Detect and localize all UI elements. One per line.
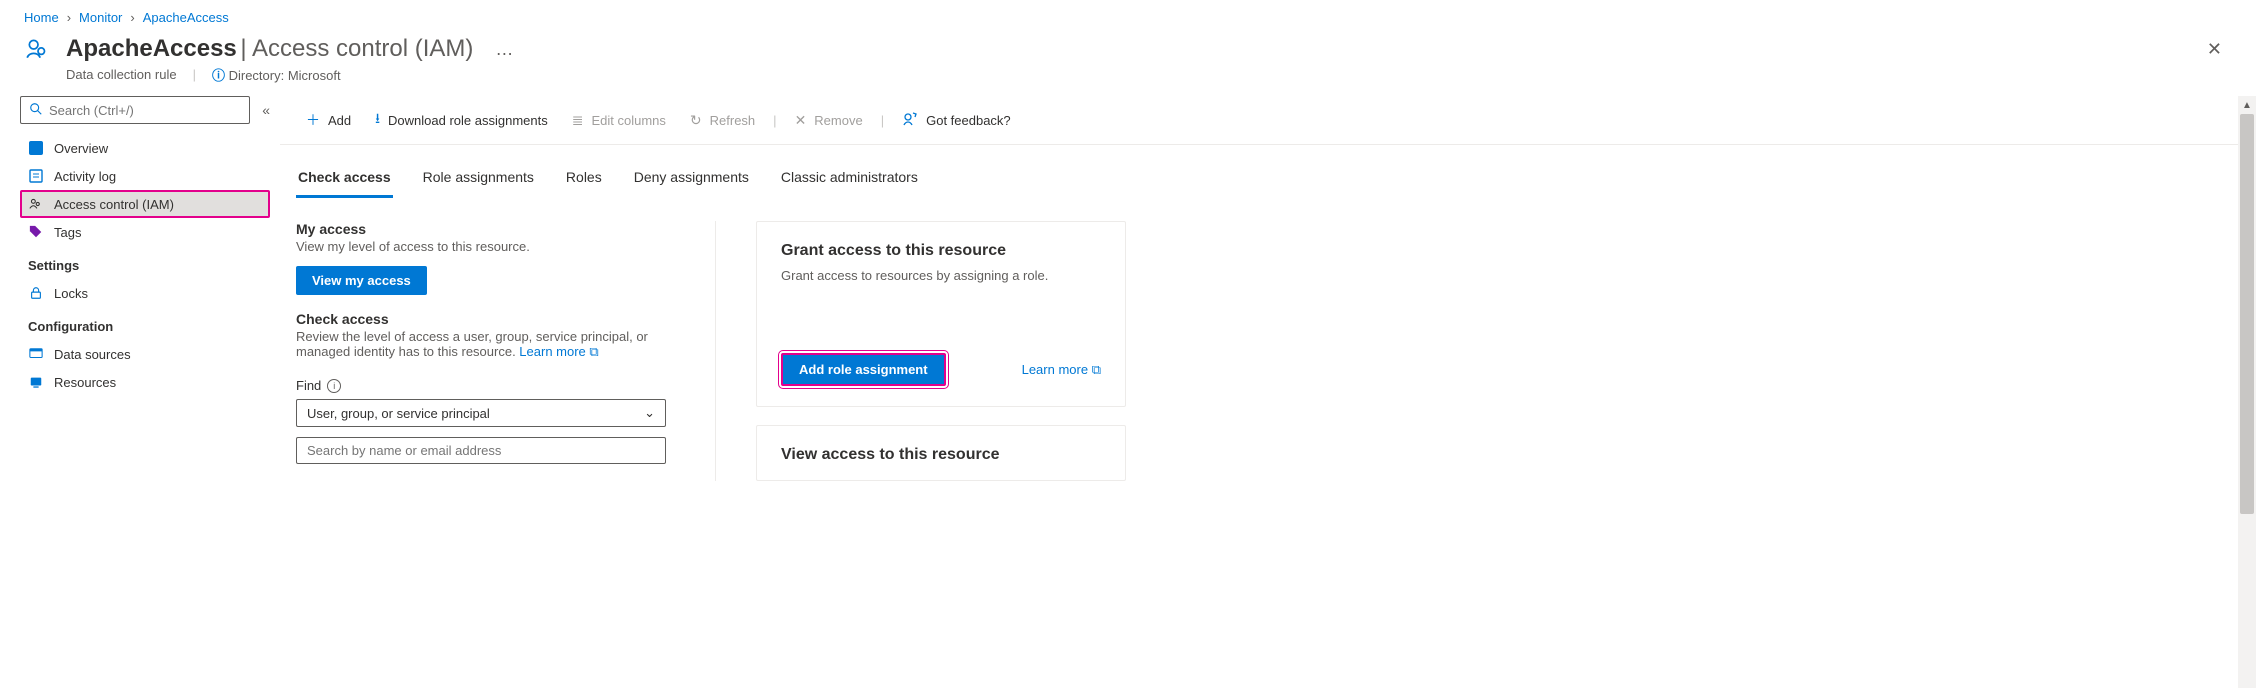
search-icon xyxy=(29,102,43,119)
toolbar: ＋ Add ⭳ Download role assignments ≣ Edit… xyxy=(280,96,2256,145)
dropdown-selected-value: User, group, or service principal xyxy=(307,406,490,421)
sidebar-item-resources[interactable]: Resources xyxy=(20,368,270,396)
sidebar-item-tags[interactable]: Tags xyxy=(20,218,270,246)
sidebar-search-input[interactable] xyxy=(49,103,241,118)
remove-icon: ✕ xyxy=(795,112,807,129)
download-role-assignments-button[interactable]: ⭳ Download role assignments xyxy=(365,104,558,136)
close-button[interactable]: ✕ xyxy=(2207,39,2222,60)
grant-access-desc: Grant access to resources by assigning a… xyxy=(781,268,1101,283)
check-access-title: Check access xyxy=(296,311,691,327)
scrollbar[interactable]: ▲ xyxy=(2238,96,2256,688)
sidebar-item-locks[interactable]: Locks xyxy=(20,279,270,307)
feedback-button[interactable]: Got feedback? xyxy=(892,107,1021,134)
my-access-desc: View my level of access to this resource… xyxy=(296,239,691,254)
page-title-row: ApacheAccess | Access control (IAM) … ✕ xyxy=(0,31,2256,63)
sidebar-item-activity-log[interactable]: Activity log xyxy=(20,162,270,190)
sidebar-item-overview[interactable]: Overview xyxy=(20,134,270,162)
tab-classic-administrators[interactable]: Classic administrators xyxy=(779,163,920,198)
learn-more-link[interactable]: Learn more ⧉ xyxy=(1022,362,1101,378)
more-button[interactable]: … xyxy=(487,39,513,60)
sidebar-item-data-sources[interactable]: Data sources xyxy=(20,340,270,368)
grant-access-card: Grant access to this resource Grant acce… xyxy=(756,221,1126,407)
tab-deny-assignments[interactable]: Deny assignments xyxy=(632,163,751,198)
collapse-sidebar-button[interactable]: « xyxy=(262,102,270,118)
view-access-title: View access to this resource xyxy=(781,446,1101,464)
chevron-right-icon: › xyxy=(130,10,134,25)
sidebar-search[interactable] xyxy=(20,96,250,124)
tab-role-assignments[interactable]: Role assignments xyxy=(421,163,536,198)
sidebar: « Overview Activity log Access control (… xyxy=(0,96,280,688)
sidebar-item-label: Tags xyxy=(54,225,81,240)
tabs: Check access Role assignments Roles Deny… xyxy=(280,145,2256,199)
grant-access-title: Grant access to this resource xyxy=(781,242,1101,260)
remove-button[interactable]: ✕ Remove xyxy=(785,108,873,133)
right-panel: Grant access to this resource Grant acce… xyxy=(756,221,1126,481)
sidebar-item-label: Access control (IAM) xyxy=(54,197,174,212)
left-panel: My access View my level of access to thi… xyxy=(296,221,716,481)
sidebar-item-label: Overview xyxy=(54,141,108,156)
my-access-title: My access xyxy=(296,221,691,237)
scrollbar-thumb[interactable] xyxy=(2240,114,2254,514)
sidebar-item-label: Resources xyxy=(54,375,116,390)
directory-label: Directory: Microsoft xyxy=(229,68,341,83)
check-access-desc: Review the level of access a user, group… xyxy=(296,329,691,360)
activity-log-icon xyxy=(28,168,44,184)
view-access-card: View access to this resource xyxy=(756,425,1126,481)
add-button[interactable]: ＋ Add xyxy=(296,106,361,134)
lock-icon xyxy=(28,285,44,301)
columns-icon: ≣ xyxy=(572,112,584,129)
tags-icon xyxy=(28,224,44,240)
sidebar-item-label: Activity log xyxy=(54,169,116,184)
chevron-down-icon: ⌄ xyxy=(644,405,655,421)
access-control-icon xyxy=(28,196,44,212)
resource-icon xyxy=(24,35,52,63)
breadcrumb-home[interactable]: Home xyxy=(24,10,59,25)
sidebar-section-configuration: Configuration xyxy=(20,307,270,340)
content: ＋ Add ⭳ Download role assignments ≣ Edit… xyxy=(280,96,2256,688)
resource-type-label: Data collection rule xyxy=(66,67,177,82)
add-role-assignment-button[interactable]: Add role assignment xyxy=(781,353,946,386)
breadcrumb-monitor[interactable]: Monitor xyxy=(79,10,122,25)
plus-icon: ＋ xyxy=(306,110,320,130)
breadcrumb-resource[interactable]: ApacheAccess xyxy=(143,10,229,25)
external-link-icon: ⧉ xyxy=(1092,362,1101,377)
page-subtitle: Data collection rule | ⓘ Directory: Micr… xyxy=(0,63,2256,96)
sidebar-item-label: Data sources xyxy=(54,347,131,362)
external-link-icon: ⧉ xyxy=(589,344,598,359)
search-principal-input[interactable] xyxy=(296,437,666,464)
find-label: Find xyxy=(296,378,321,393)
feedback-icon xyxy=(902,111,918,130)
info-icon[interactable]: i xyxy=(327,379,341,393)
view-my-access-button[interactable]: View my access xyxy=(296,266,427,295)
sidebar-section-settings: Settings xyxy=(20,246,270,279)
breadcrumb: Home › Monitor › ApacheAccess xyxy=(0,0,2256,31)
refresh-button[interactable]: ↻ Refresh xyxy=(680,108,765,133)
sidebar-item-label: Locks xyxy=(54,286,88,301)
download-icon: ⭳ xyxy=(375,108,380,132)
chevron-right-icon: › xyxy=(67,10,71,25)
info-icon: ⓘ xyxy=(212,68,225,83)
learn-more-link[interactable]: Learn more ⧉ xyxy=(519,344,598,359)
tab-roles[interactable]: Roles xyxy=(564,163,604,198)
page-title: ApacheAccess | Access control (IAM) xyxy=(66,35,473,63)
find-type-dropdown[interactable]: User, group, or service principal ⌄ xyxy=(296,399,666,427)
refresh-icon: ↻ xyxy=(690,112,702,129)
scroll-up-icon[interactable]: ▲ xyxy=(2238,96,2256,114)
edit-columns-button[interactable]: ≣ Edit columns xyxy=(562,108,676,133)
data-sources-icon xyxy=(28,346,44,362)
overview-icon xyxy=(28,140,44,156)
sidebar-item-access-control[interactable]: Access control (IAM) xyxy=(20,190,270,218)
resources-icon xyxy=(28,374,44,390)
tab-check-access[interactable]: Check access xyxy=(296,163,393,198)
